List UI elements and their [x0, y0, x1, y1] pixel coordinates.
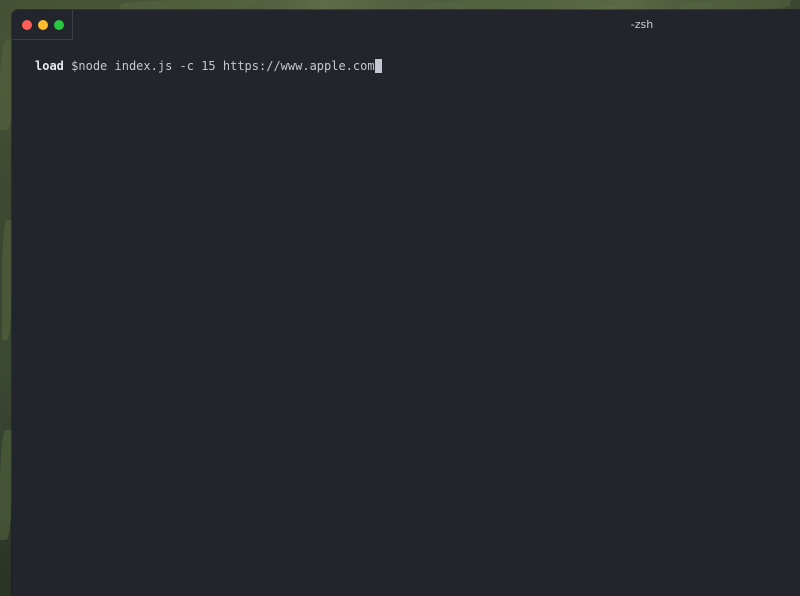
leaf-decoration	[420, 0, 620, 9]
terminal-output[interactable]: load $node index.js -c 15 https://www.ap…	[12, 40, 800, 596]
command-text: node index.js -c 15 https://www.apple.co…	[78, 59, 375, 73]
close-dot-icon[interactable]	[22, 20, 32, 30]
traffic-lights-area	[12, 10, 73, 40]
title-bar[interactable]: -zsh	[12, 10, 800, 40]
text-cursor	[374, 59, 382, 73]
zoom-dot-icon[interactable]	[54, 20, 64, 30]
leaf-decoration	[680, 0, 790, 10]
terminal-window[interactable]: -zsh load $node index.js -c 15 https://w…	[12, 10, 800, 596]
leaf-decoration	[120, 0, 260, 10]
leaf-decoration	[0, 430, 12, 540]
command-line: load $node index.js -c 15 https://www.ap…	[35, 59, 382, 73]
prompt-name: load	[35, 59, 64, 73]
leaf-decoration	[2, 220, 12, 340]
minimize-dot-icon[interactable]	[38, 20, 48, 30]
window-title: -zsh	[630, 18, 654, 31]
